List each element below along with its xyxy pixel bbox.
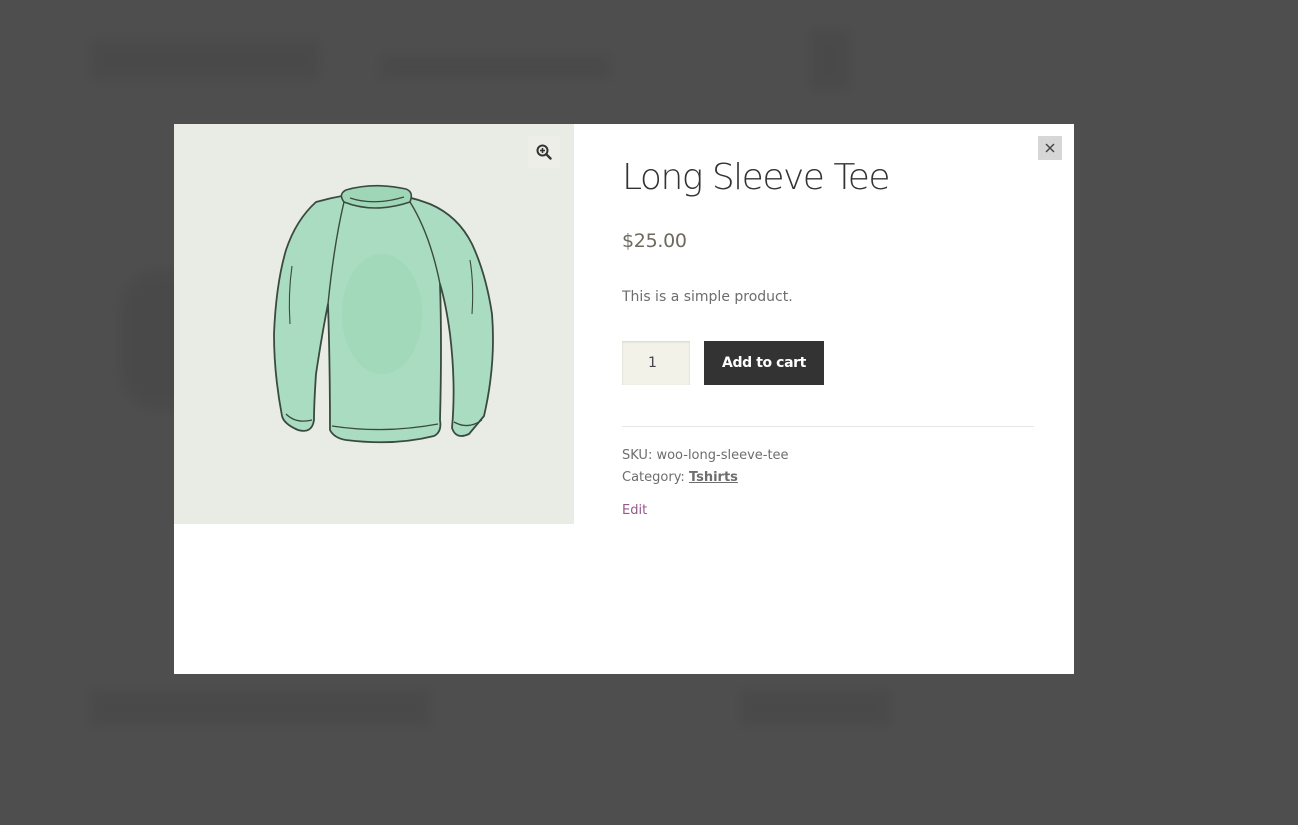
product-summary: Long Sleeve Tee $25.00 This is a simple … [622,124,1034,519]
add-to-cart-button[interactable]: Add to cart [704,341,824,385]
close-button[interactable] [1038,136,1062,160]
quick-view-modal: Long Sleeve Tee $25.00 This is a simple … [174,124,1074,674]
category-row: Category: Tshirts [622,467,1034,489]
zoom-in-icon [536,144,552,160]
product-image[interactable] [234,184,514,464]
sku-value: woo-long-sleeve-tee [656,448,789,463]
divider [622,426,1034,427]
product-meta: SKU: woo-long-sleeve-tee Category: Tshir… [622,445,1034,489]
product-description: This is a simple product. [622,289,793,305]
zoom-button[interactable] [528,136,560,168]
edit-link[interactable]: Edit [622,503,647,518]
category-label: Category: [622,470,685,485]
product-price: $25.00 [622,230,687,252]
category-link[interactable]: Tshirts [689,470,738,485]
product-gallery [174,124,574,524]
add-to-cart-form: Add to cart [622,341,1034,385]
quantity-input[interactable] [622,341,690,385]
product-title: Long Sleeve Tee [622,157,891,198]
close-icon [1045,143,1055,153]
sku-row: SKU: woo-long-sleeve-tee [622,445,1034,467]
sku-label: SKU: [622,448,653,463]
